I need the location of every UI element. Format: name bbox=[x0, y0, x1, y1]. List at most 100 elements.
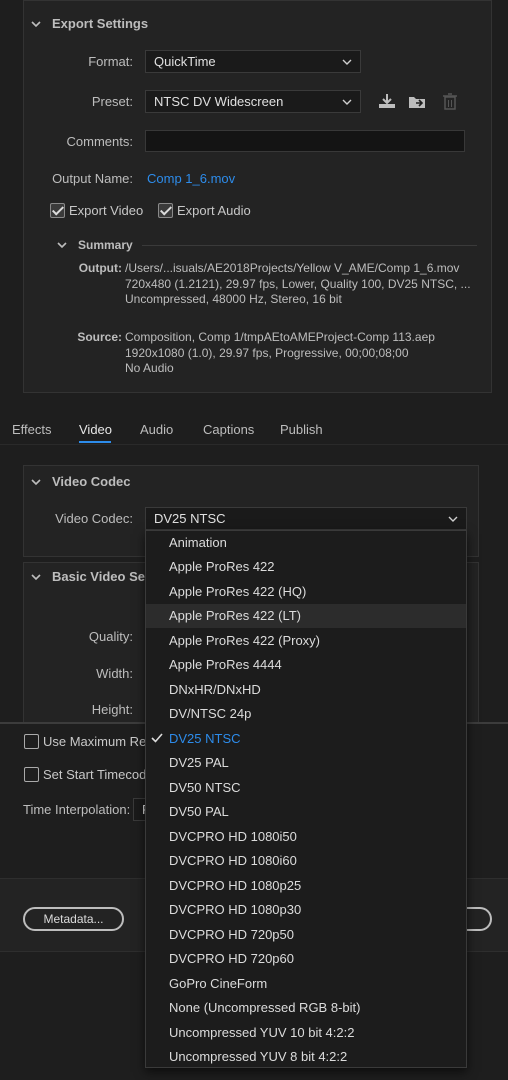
codec-menu-item-label: DV25 NTSC bbox=[169, 730, 241, 746]
codec-menu-item[interactable]: DV50 NTSC bbox=[146, 775, 466, 800]
codec-menu-item-label: DV25 PAL bbox=[169, 755, 229, 771]
summary-output-label: Output: bbox=[78, 261, 122, 275]
format-label: Format: bbox=[88, 54, 133, 69]
codec-menu-item[interactable]: DNxHR/DNxHD bbox=[146, 677, 466, 702]
codec-menu-item-label: DV/NTSC 24p bbox=[169, 706, 252, 722]
codec-menu-item-label: Apple ProRes 422 (Proxy) bbox=[169, 632, 321, 648]
save-preset-icon[interactable] bbox=[377, 91, 397, 111]
quality-label: Quality: bbox=[88, 629, 133, 644]
codec-menu-item-label: GoPro CineForm bbox=[169, 975, 268, 991]
summary-source-line: 1920x1080 (1.0), 29.97 fps, Progressive,… bbox=[125, 345, 409, 360]
import-preset-icon[interactable] bbox=[407, 91, 427, 111]
codec-menu-item[interactable]: GoPro CineForm bbox=[146, 971, 466, 996]
delete-preset-icon[interactable] bbox=[440, 91, 460, 111]
video-codec-value: DV25 NTSC bbox=[154, 511, 226, 526]
summary-divider bbox=[142, 245, 477, 246]
chevron-down-icon[interactable] bbox=[30, 18, 42, 30]
summary-header[interactable]: Summary bbox=[56, 238, 133, 252]
height-label: Height: bbox=[91, 702, 133, 717]
chevron-down-icon[interactable] bbox=[30, 476, 42, 488]
video-codec-menu: Animation Apple ProRes 422 Apple ProRes 42… bbox=[145, 530, 467, 1068]
use-max-render-checkbox[interactable]: Use Maximum Ren bbox=[24, 734, 154, 749]
codec-menu-item[interactable]: DVCPRO HD 1080p30 bbox=[146, 898, 466, 923]
tab-captions[interactable]: Captions bbox=[203, 422, 254, 437]
codec-menu-item[interactable]: Uncompressed YUV 8 bit 4:2:2 bbox=[146, 1045, 466, 1070]
set-start-timecode-label: Set Start Timecode bbox=[43, 767, 154, 782]
output-name-link[interactable]: Comp 1_6.mov bbox=[147, 171, 235, 186]
comments-field[interactable] bbox=[145, 130, 465, 152]
chevron-down-icon[interactable] bbox=[30, 571, 42, 583]
preset-dropdown[interactable]: NTSC DV Widescreen bbox=[145, 90, 361, 113]
codec-menu-item[interactable]: Uncompressed YUV 10 bit 4:2:2 bbox=[146, 1020, 466, 1045]
export-audio-checkbox[interactable]: Export Audio bbox=[158, 203, 251, 218]
chevron-down-icon[interactable] bbox=[56, 239, 68, 251]
codec-menu-item-label: DVCPRO HD 1080p25 bbox=[169, 877, 302, 893]
codec-menu-item[interactable]: DV25 PAL bbox=[146, 751, 466, 776]
codec-menu-item-label: DV50 PAL bbox=[169, 804, 229, 820]
video-codec-dropdown[interactable]: DV25 NTSC bbox=[145, 507, 467, 530]
format-dropdown[interactable]: QuickTime bbox=[145, 50, 361, 73]
codec-menu-item[interactable]: None (Uncompressed RGB 8-bit) bbox=[146, 996, 466, 1021]
codec-menu-item-label: Uncompressed YUV 8 bit 4:2:2 bbox=[169, 1049, 348, 1065]
preset-value: NTSC DV Widescreen bbox=[154, 94, 284, 109]
codec-menu-item-label: Apple ProRes 422 (LT) bbox=[169, 608, 301, 624]
codec-menu-item-label: Apple ProRes 4444 bbox=[169, 657, 282, 673]
codec-menu-item[interactable]: DVCPRO HD 1080i50 bbox=[146, 824, 466, 849]
summary-output-line: 720x480 (1.2121), 29.97 fps, Lower, Qual… bbox=[125, 276, 471, 291]
summary-title: Summary bbox=[78, 238, 133, 252]
checkbox-icon[interactable] bbox=[50, 203, 65, 218]
chevron-down-icon bbox=[448, 516, 458, 522]
codec-menu-item-label: DVCPRO HD 1080i60 bbox=[169, 853, 297, 869]
codec-menu-item-label: DVCPRO HD 1080p30 bbox=[169, 902, 302, 918]
codec-menu-item[interactable]: Apple ProRes 422 (LT) bbox=[146, 603, 466, 628]
metadata-button[interactable]: Metadata... bbox=[23, 907, 124, 931]
use-max-render-label: Use Maximum Ren bbox=[43, 734, 154, 749]
export-video-label: Export Video bbox=[69, 203, 144, 218]
summary-source-line: Composition, Comp 1/tmpAEtoAMEProject-Co… bbox=[125, 330, 435, 344]
codec-menu-item-label: DNxHR/DNxHD bbox=[169, 681, 261, 697]
codec-menu-item[interactable]: DVCPRO HD 720p60 bbox=[146, 947, 466, 972]
codec-menu-item-label: DVCPRO HD 1080i50 bbox=[169, 828, 297, 844]
preset-label: Preset: bbox=[91, 94, 133, 109]
summary-source-text: Composition, Comp 1/tmpAEtoAMEProject-Co… bbox=[125, 330, 475, 377]
codec-menu-item[interactable]: DVCPRO HD 1080i60 bbox=[146, 849, 466, 874]
codec-menu-item-label: Apple ProRes 422 bbox=[169, 559, 275, 575]
output-name-label: Output Name: bbox=[52, 171, 133, 186]
set-start-timecode-checkbox[interactable]: Set Start Timecode bbox=[24, 767, 154, 782]
codec-menu-item-label: DV50 NTSC bbox=[169, 779, 241, 795]
codec-menu-item[interactable]: Apple ProRes 422 (Proxy) bbox=[146, 628, 466, 653]
tab-publish[interactable]: Publish bbox=[280, 422, 323, 437]
codec-menu-item-label: DVCPRO HD 720p60 bbox=[169, 951, 294, 967]
codec-menu-item[interactable]: DVCPRO HD 720p50 bbox=[146, 922, 466, 947]
codec-menu-item[interactable]: DVCPRO HD 1080p25 bbox=[146, 873, 466, 898]
codec-menu-item[interactable]: Apple ProRes 4444 bbox=[146, 653, 466, 678]
codec-menu-item-label: Animation bbox=[169, 534, 227, 550]
export-settings-header[interactable]: Export Settings bbox=[30, 16, 148, 31]
video-codec-header[interactable]: Video Codec bbox=[30, 474, 131, 489]
chevron-down-icon bbox=[342, 59, 352, 65]
summary-output-line: Uncompressed, 48000 Hz, Stereo, 16 bit bbox=[125, 292, 342, 306]
summary-output-line: /Users/...isuals/AE2018Projects/Yellow V… bbox=[125, 261, 460, 275]
settings-tabs: Effects Video Audio Captions Publish bbox=[0, 414, 508, 444]
codec-menu-item-label: DVCPRO HD 720p50 bbox=[169, 926, 294, 942]
codec-menu-item[interactable]: DV/NTSC 24p bbox=[146, 702, 466, 727]
checkbox-icon[interactable] bbox=[24, 734, 39, 749]
comments-label: Comments: bbox=[66, 134, 133, 149]
export-video-checkbox[interactable]: Export Video bbox=[50, 203, 143, 218]
basic-video-header[interactable]: Basic Video Setti bbox=[30, 569, 157, 584]
checkmark-icon bbox=[151, 733, 163, 743]
export-audio-label: Export Audio bbox=[177, 203, 251, 218]
tab-video[interactable]: Video bbox=[79, 422, 112, 437]
tab-audio[interactable]: Audio bbox=[140, 422, 173, 437]
codec-menu-item[interactable]: Animation bbox=[146, 530, 466, 555]
checkbox-icon[interactable] bbox=[24, 767, 39, 782]
codec-menu-item[interactable]: DV50 PAL bbox=[146, 800, 466, 825]
codec-menu-item-label: Uncompressed YUV 10 bit 4:2:2 bbox=[169, 1024, 355, 1040]
export-settings-title: Export Settings bbox=[52, 16, 149, 31]
codec-menu-item[interactable]: DV25 NTSC bbox=[146, 726, 466, 751]
codec-menu-item-label: None (Uncompressed RGB 8-bit) bbox=[169, 1000, 361, 1016]
checkbox-icon[interactable] bbox=[158, 203, 173, 218]
tab-effects[interactable]: Effects bbox=[12, 422, 52, 437]
codec-menu-item[interactable]: Apple ProRes 422 (HQ) bbox=[146, 579, 466, 604]
codec-menu-item[interactable]: Apple ProRes 422 bbox=[146, 555, 466, 580]
